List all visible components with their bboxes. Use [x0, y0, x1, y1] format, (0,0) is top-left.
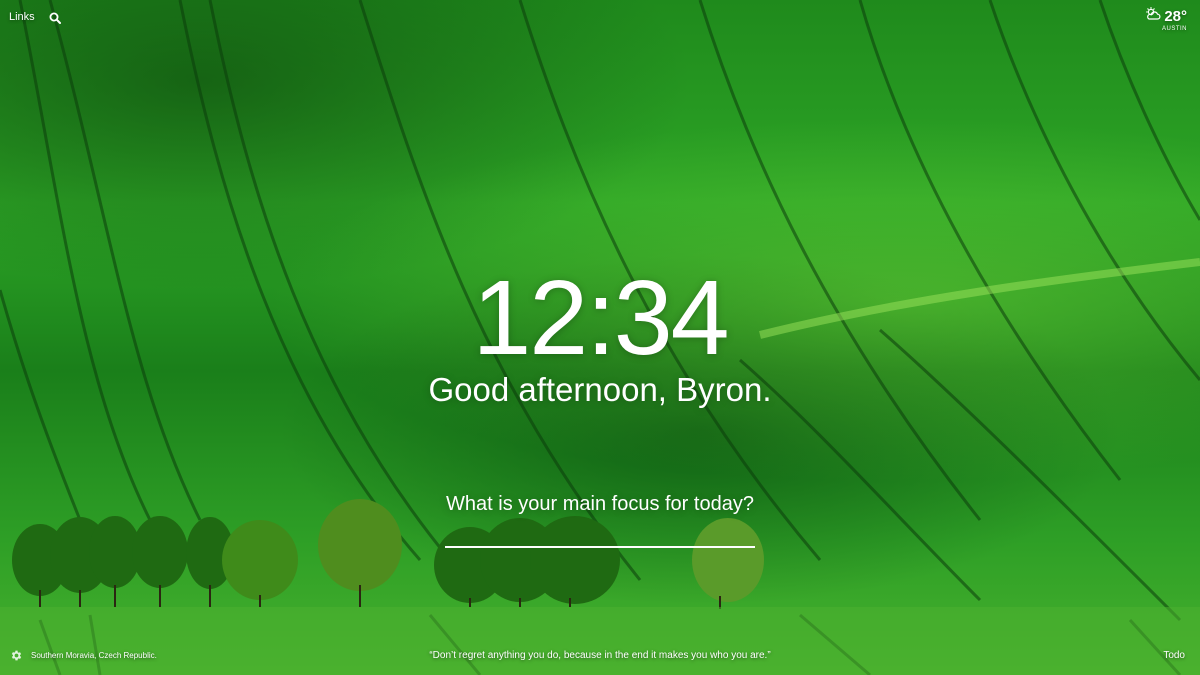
focus-input[interactable]: [445, 524, 755, 548]
top-left-bar: Links: [9, 11, 61, 24]
clock: 12:34: [472, 259, 729, 377]
links-button[interactable]: Links: [9, 11, 35, 23]
search-icon[interactable]: [49, 11, 61, 24]
todo-button[interactable]: Todo: [1163, 650, 1185, 661]
greeting: Good afternoon, Byron.: [428, 371, 772, 408]
daily-quote: “Don’t regret anything you do, because i…: [429, 650, 771, 661]
weather-city: AUSTIN: [1161, 26, 1187, 32]
partly-cloudy-icon: [1145, 6, 1161, 26]
weather-temperature: 28°: [1164, 8, 1187, 25]
weather-widget[interactable]: 28° AUSTIN: [1145, 6, 1187, 32]
focus-question: What is your main focus for today?: [446, 493, 754, 515]
